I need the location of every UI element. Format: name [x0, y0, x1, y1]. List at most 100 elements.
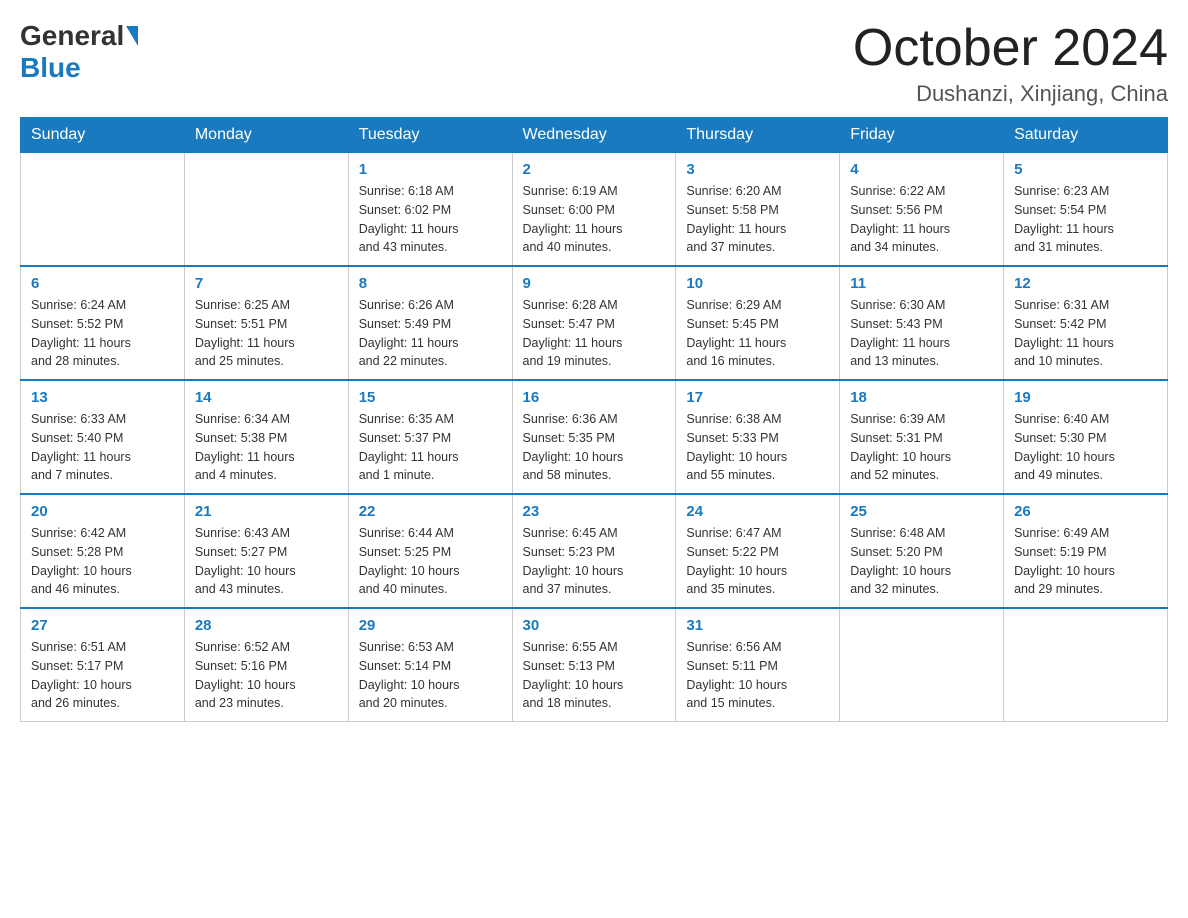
day-number: 31 — [686, 617, 829, 634]
day-info: Sunrise: 6:48 AMSunset: 5:20 PMDaylight:… — [850, 524, 993, 599]
logo-arrow-icon — [126, 26, 138, 46]
calendar-week-row: 6 Sunrise: 6:24 AMSunset: 5:52 PMDaylight… — [21, 266, 1168, 380]
day-info: Sunrise: 6:35 AMSunset: 5:37 PMDaylight:… — [359, 410, 502, 485]
day-number: 30 — [523, 617, 666, 634]
day-info: Sunrise: 6:28 AMSunset: 5:47 PMDaylight:… — [523, 296, 666, 371]
day-info: Sunrise: 6:55 AMSunset: 5:13 PMDaylight:… — [523, 638, 666, 713]
calendar-cell: 22Sunrise: 6:44 AMSunset: 5:25 PMDayligh… — [348, 494, 512, 608]
calendar-cell: 20Sunrise: 6:42 AMSunset: 5:28 PMDayligh… — [21, 494, 185, 608]
calendar-cell: 14Sunrise: 6:34 AMSunset: 5:38 PMDayligh… — [184, 380, 348, 494]
day-info: Sunrise: 6:47 AMSunset: 5:22 PMDaylight:… — [686, 524, 829, 599]
calendar-cell: 7Sunrise: 6:25 AMSunset: 5:51 PMDaylight… — [184, 266, 348, 380]
calendar-header-sunday: Sunday — [21, 118, 185, 153]
calendar-week-row: 27 Sunrise: 6:51 AMSunset: 5:17 PMDayligh… — [21, 608, 1168, 722]
calendar-header-thursday: Thursday — [676, 118, 840, 153]
calendar-cell: 16Sunrise: 6:36 AMSunset: 5:35 PMDayligh… — [512, 380, 676, 494]
calendar-header-monday: Monday — [184, 118, 348, 153]
calendar-cell: 27 Sunrise: 6:51 AMSunset: 5:17 PMDayligh… — [21, 608, 185, 722]
logo-general-text: General — [20, 20, 124, 52]
day-info: Sunrise: 6:53 AMSunset: 5:14 PMDaylight:… — [359, 638, 502, 713]
day-number: 10 — [686, 275, 829, 292]
calendar-cell: 10 Sunrise: 6:29 AMSunset: 5:45 PMDayligh… — [676, 266, 840, 380]
day-number: 22 — [359, 503, 502, 520]
day-number: 6 — [31, 275, 174, 292]
day-number: 9 — [523, 275, 666, 292]
calendar-cell: 21Sunrise: 6:43 AMSunset: 5:27 PMDayligh… — [184, 494, 348, 608]
calendar-header-tuesday: Tuesday — [348, 118, 512, 153]
day-number: 28 — [195, 617, 338, 634]
day-info: Sunrise: 6:31 AMSunset: 5:42 PMDaylight:… — [1014, 296, 1157, 371]
month-title: October 2024 — [853, 20, 1168, 77]
calendar-cell: 26 Sunrise: 6:49 AMSunset: 5:19 PMDayligh… — [1004, 494, 1168, 608]
calendar-week-row: 20Sunrise: 6:42 AMSunset: 5:28 PMDayligh… — [21, 494, 1168, 608]
day-number: 11 — [850, 275, 993, 292]
day-number: 25 — [850, 503, 993, 520]
day-info: Sunrise: 6:29 AMSunset: 5:45 PMDaylight:… — [686, 296, 829, 371]
calendar-cell: 3 Sunrise: 6:20 AMSunset: 5:58 PMDaylight… — [676, 153, 840, 267]
day-info: Sunrise: 6:22 AMSunset: 5:56 PMDaylight:… — [850, 182, 993, 257]
calendar-cell: 6 Sunrise: 6:24 AMSunset: 5:52 PMDaylight… — [21, 266, 185, 380]
day-info: Sunrise: 6:26 AMSunset: 5:49 PMDaylight:… — [359, 296, 502, 371]
day-info: Sunrise: 6:34 AMSunset: 5:38 PMDaylight:… — [195, 410, 338, 485]
page-header: General Blue October 2024 Dushanzi, Xinj… — [20, 20, 1168, 107]
day-number: 26 — [1014, 503, 1157, 520]
logo: General Blue — [20, 20, 140, 84]
day-info: Sunrise: 6:33 AMSunset: 5:40 PMDaylight:… — [31, 410, 174, 485]
calendar-cell: 29 Sunrise: 6:53 AMSunset: 5:14 PMDayligh… — [348, 608, 512, 722]
calendar-header-saturday: Saturday — [1004, 118, 1168, 153]
day-info: Sunrise: 6:39 AMSunset: 5:31 PMDaylight:… — [850, 410, 993, 485]
calendar-week-row: 1 Sunrise: 6:18 AMSunset: 6:02 PMDaylight… — [21, 153, 1168, 267]
calendar-header-friday: Friday — [840, 118, 1004, 153]
day-info: Sunrise: 6:30 AMSunset: 5:43 PMDaylight:… — [850, 296, 993, 371]
day-number: 27 — [31, 617, 174, 634]
day-info: Sunrise: 6:18 AMSunset: 6:02 PMDaylight:… — [359, 182, 502, 257]
calendar-cell — [21, 153, 185, 267]
calendar-cell: 31 Sunrise: 6:56 AMSunset: 5:11 PMDayligh… — [676, 608, 840, 722]
day-number: 3 — [686, 161, 829, 178]
day-info: Sunrise: 6:43 AMSunset: 5:27 PMDaylight:… — [195, 524, 338, 599]
calendar-cell: 9 Sunrise: 6:28 AMSunset: 5:47 PMDaylight… — [512, 266, 676, 380]
calendar-cell: 15Sunrise: 6:35 AMSunset: 5:37 PMDayligh… — [348, 380, 512, 494]
calendar-cell — [184, 153, 348, 267]
day-number: 2 — [523, 161, 666, 178]
day-number: 13 — [31, 389, 174, 406]
day-info: Sunrise: 6:56 AMSunset: 5:11 PMDaylight:… — [686, 638, 829, 713]
calendar-cell: 30 Sunrise: 6:55 AMSunset: 5:13 PMDayligh… — [512, 608, 676, 722]
title-area: October 2024 Dushanzi, Xinjiang, China — [853, 20, 1168, 107]
day-number: 8 — [359, 275, 502, 292]
day-info: Sunrise: 6:24 AMSunset: 5:52 PMDaylight:… — [31, 296, 174, 371]
calendar-table: SundayMondayTuesdayWednesdayThursdayFrid… — [20, 117, 1168, 722]
calendar-cell: 24Sunrise: 6:47 AMSunset: 5:22 PMDayligh… — [676, 494, 840, 608]
logo-blue-text: Blue — [20, 52, 81, 84]
day-number: 29 — [359, 617, 502, 634]
calendar-cell: 4Sunrise: 6:22 AMSunset: 5:56 PMDaylight… — [840, 153, 1004, 267]
calendar-header-row: SundayMondayTuesdayWednesdayThursdayFrid… — [21, 118, 1168, 153]
day-info: Sunrise: 6:51 AMSunset: 5:17 PMDaylight:… — [31, 638, 174, 713]
day-info: Sunrise: 6:42 AMSunset: 5:28 PMDaylight:… — [31, 524, 174, 599]
day-info: Sunrise: 6:49 AMSunset: 5:19 PMDaylight:… — [1014, 524, 1157, 599]
day-info: Sunrise: 6:38 AMSunset: 5:33 PMDaylight:… — [686, 410, 829, 485]
calendar-cell: 12 Sunrise: 6:31 AMSunset: 5:42 PMDayligh… — [1004, 266, 1168, 380]
calendar-cell: 23Sunrise: 6:45 AMSunset: 5:23 PMDayligh… — [512, 494, 676, 608]
day-number: 12 — [1014, 275, 1157, 292]
calendar-cell: 18 Sunrise: 6:39 AMSunset: 5:31 PMDayligh… — [840, 380, 1004, 494]
day-number: 18 — [850, 389, 993, 406]
day-info: Sunrise: 6:19 AMSunset: 6:00 PMDaylight:… — [523, 182, 666, 257]
calendar-cell: 5Sunrise: 6:23 AMSunset: 5:54 PMDaylight… — [1004, 153, 1168, 267]
day-info: Sunrise: 6:23 AMSunset: 5:54 PMDaylight:… — [1014, 182, 1157, 257]
calendar-header-wednesday: Wednesday — [512, 118, 676, 153]
calendar-cell: 13 Sunrise: 6:33 AMSunset: 5:40 PMDayligh… — [21, 380, 185, 494]
day-info: Sunrise: 6:20 AMSunset: 5:58 PMDaylight:… — [686, 182, 829, 257]
day-info: Sunrise: 6:36 AMSunset: 5:35 PMDaylight:… — [523, 410, 666, 485]
day-number: 1 — [359, 161, 502, 178]
day-info: Sunrise: 6:25 AMSunset: 5:51 PMDaylight:… — [195, 296, 338, 371]
day-number: 19 — [1014, 389, 1157, 406]
day-info: Sunrise: 6:52 AMSunset: 5:16 PMDaylight:… — [195, 638, 338, 713]
calendar-cell — [1004, 608, 1168, 722]
calendar-cell: 8 Sunrise: 6:26 AMSunset: 5:49 PMDaylight… — [348, 266, 512, 380]
calendar-cell: 25 Sunrise: 6:48 AMSunset: 5:20 PMDayligh… — [840, 494, 1004, 608]
calendar-cell: 11 Sunrise: 6:30 AMSunset: 5:43 PMDayligh… — [840, 266, 1004, 380]
location-text: Dushanzi, Xinjiang, China — [853, 81, 1168, 107]
calendar-cell: 1 Sunrise: 6:18 AMSunset: 6:02 PMDaylight… — [348, 153, 512, 267]
day-number: 17 — [686, 389, 829, 406]
